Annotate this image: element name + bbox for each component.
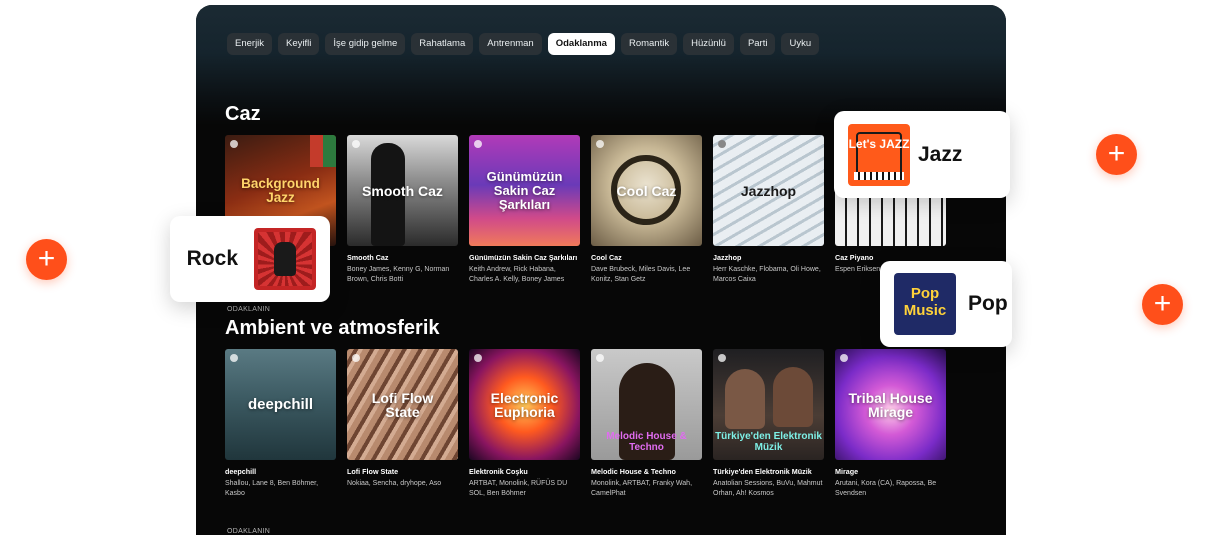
cover-deepchill: deepchill [225, 349, 336, 460]
playlist-card[interactable]: Lofi Flow State Lofi Flow State Nokiaa, … [347, 349, 458, 498]
chip-odaklanma[interactable]: Odaklanma [547, 33, 615, 55]
chip-ise-gidip-gelme[interactable]: İşe gidip gelme [325, 33, 406, 55]
playlist-card[interactable]: Jazzhop Jazzhop Herr Kaschke, Flobama, O… [713, 135, 824, 284]
spotify-icon [352, 140, 360, 148]
rock-hand-icon [274, 242, 296, 276]
playlist-card[interactable]: Smooth Caz Smooth Caz Boney James, Kenny… [347, 135, 458, 284]
add-pop-button[interactable]: + [1142, 284, 1183, 325]
playlist-card[interactable]: Tribal House Mirage Mirage Arutani, Kora… [835, 349, 946, 498]
cover-jazzhop: Jazzhop [713, 135, 824, 246]
cover-cool-caz: Cool Caz [591, 135, 702, 246]
spotify-icon [596, 354, 604, 362]
plus-icon: + [1107, 136, 1126, 170]
floating-card-jazz[interactable]: Let's JAZZ Jazz [834, 111, 1010, 198]
spotify-icon [352, 354, 360, 362]
stage: Enerjik Keyifli İşe gidip gelme Rahatlam… [0, 0, 1210, 535]
chip-parti[interactable]: Parti [739, 33, 776, 55]
spotify-icon [474, 140, 482, 148]
playlist-card[interactable]: Electronic Euphoria Elektronik Coşku ART… [469, 349, 580, 498]
pop-album-art: Pop Music [894, 273, 956, 335]
spotify-icon [474, 354, 482, 362]
section-title-caz: Caz [225, 103, 261, 125]
spotify-icon [596, 140, 604, 148]
chip-enerjik[interactable]: Enerjik [227, 33, 273, 55]
section-eyebrow: ODAKLANIN [227, 306, 271, 313]
spotify-icon [230, 354, 238, 362]
spotify-icon [230, 140, 238, 148]
chip-uyku[interactable]: Uyku [781, 33, 820, 55]
spotify-icon [840, 354, 848, 362]
add-rock-button[interactable]: + [26, 239, 67, 280]
chip-romantik[interactable]: Romantik [620, 33, 678, 55]
chip-huzunlu[interactable]: Hüzünlü [683, 33, 734, 55]
cover-tribal-house-mirage: Tribal House Mirage [835, 349, 946, 460]
section-title-ambient: Ambient ve atmosferik [225, 317, 440, 339]
jazz-album-art: Let's JAZZ [848, 123, 910, 186]
chip-antrenman[interactable]: Antrenman [479, 33, 542, 55]
plus-icon: + [37, 241, 56, 275]
chip-keyifli[interactable]: Keyifli [278, 33, 320, 55]
add-jazz-button[interactable]: + [1096, 134, 1137, 175]
section-eyebrow: ODAKLANIN [227, 528, 271, 535]
playlist-card[interactable]: Cool Caz Cool Caz Dave Brubeck, Miles Da… [591, 135, 702, 284]
playlist-card[interactable]: Türkiye'den Elektronik Müzik Türkiye'den… [713, 349, 824, 498]
playlist-card[interactable]: Melodic House & Techno Melodic House & T… [591, 349, 702, 498]
floating-label-pop: Pop [968, 292, 1008, 315]
cover-smooth-caz: Smooth Caz [347, 135, 458, 246]
mood-chips: Enerjik Keyifli İşe gidip gelme Rahatlam… [227, 33, 820, 55]
spotify-icon [718, 140, 726, 148]
cover-electronic-euphoria: Electronic Euphoria [469, 349, 580, 460]
header-gradient [196, 5, 1006, 125]
row-ambient: deepchill deepchill Shallou, Lane 8, Ben… [225, 349, 946, 498]
cover-turkiyeden-elektronik: Türkiye'den Elektronik Müzik [713, 349, 824, 460]
cover-lofi-flow-state: Lofi Flow State [347, 349, 458, 460]
plus-icon: + [1153, 286, 1172, 320]
spotify-icon [718, 354, 726, 362]
floating-card-pop[interactable]: Pop Music Pop [880, 261, 1012, 347]
rock-album-art [254, 228, 316, 290]
playlist-card[interactable]: Günümüzün Sakin Caz Şarkıları Günümüzün … [469, 135, 580, 284]
cover-gunumuzun-sakin-caz: Günümüzün Sakin Caz Şarkıları [469, 135, 580, 246]
floating-label-jazz: Jazz [918, 142, 963, 166]
cover-melodic-house: Melodic House & Techno [591, 349, 702, 460]
playlist-card[interactable]: deepchill deepchill Shallou, Lane 8, Ben… [225, 349, 336, 498]
chip-rahatlama[interactable]: Rahatlama [411, 33, 474, 55]
floating-card-rock[interactable]: Rock [170, 216, 330, 302]
floating-label-rock: Rock [186, 247, 238, 270]
